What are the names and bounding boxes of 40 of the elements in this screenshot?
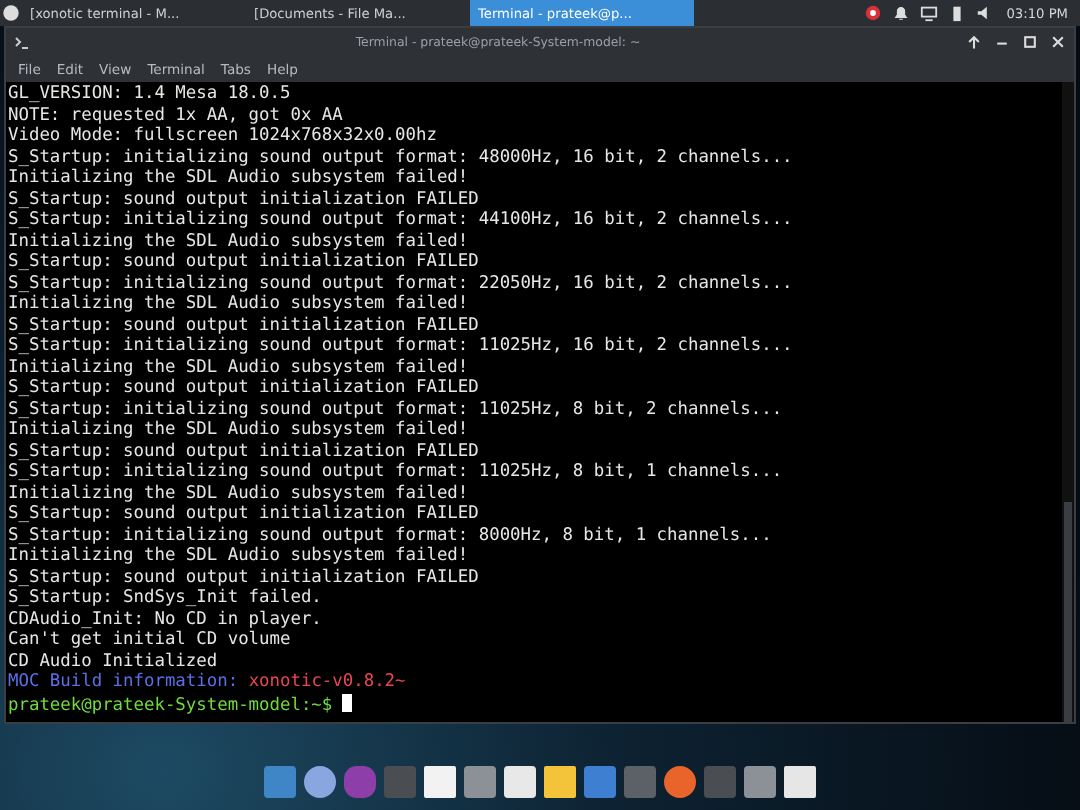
terminal-line: Initializing the SDL Audio subsystem failed!	[8, 294, 471, 315]
terminal-line: S_Startup: initializing sound output format: 8000Hz, 8 bit, 1 channels...	[8, 525, 774, 546]
terminal-line: S_Startup: initializing sound output format: 11025Hz, 8 bit, 2 channels...	[8, 399, 785, 420]
terminal-line: S_Startup: sound output initialization FAILED	[8, 189, 481, 210]
display-icon[interactable]	[920, 4, 939, 22]
battery-icon[interactable]	[948, 4, 967, 22]
terminal-line: S_Startup: initializing sound output format: 11025Hz, 8 bit, 1 channels...	[8, 462, 785, 483]
terminal-line: Initializing the SDL Audio subsystem failed!	[8, 168, 471, 189]
terminal-line: Can't get initial CD volume	[8, 630, 293, 651]
terminal-line: Initializing the SDL Audio subsystem failed!	[8, 483, 471, 504]
terminal-line: CDAudio_Init: No CD in player.	[8, 609, 324, 630]
terminal-line: S_Startup: sound output initialization FAILED	[8, 252, 481, 273]
version-text: xonotic-v0.8.2~	[248, 672, 406, 692]
terminal-line: S_Startup: sound output initialization FAILED	[8, 567, 481, 588]
terminal-line: Video Mode: fullscreen 1024x768x32x0.00hz	[8, 126, 439, 147]
scrollbar-thumb[interactable]	[1064, 502, 1072, 722]
shell-prompt: prateek@prateek-System-model:~$	[8, 695, 333, 715]
terminal-line: S_Startup: sound output initialization FAILED	[8, 315, 481, 336]
terminal-line: S_Startup: initializing sound output format: 22050Hz, 16 bit, 2 channels...	[8, 273, 795, 294]
maximize-icon[interactable]	[1022, 34, 1038, 50]
terminal-line: S_Startup: sound output initialization FAILED	[8, 504, 481, 525]
close-icon[interactable]	[1050, 34, 1066, 50]
terminal-line: NOTE: requested 1x AA, got 0x AA	[8, 105, 345, 126]
terminal-line: Initializing the SDL Audio subsystem failed!	[8, 357, 471, 378]
terminal-line: S_Startup: initializing sound output format: 44100Hz, 16 bit, 2 channels...	[8, 210, 795, 231]
terminal-line: Initializing the SDL Audio subsystem failed!	[8, 546, 471, 567]
bell-icon[interactable]	[892, 4, 911, 22]
terminal-line: S_Startup: SndSys_Init failed.	[8, 588, 324, 609]
terminal-line: Initializing the SDL Audio subsystem failed!	[8, 420, 471, 441]
terminal-line: S_Startup: sound output initialization FAILED	[8, 378, 481, 399]
build-label: MOC Build information:	[8, 672, 239, 692]
terminal-line: Initializing the SDL Audio subsystem failed!	[8, 231, 471, 252]
terminal-line: S_Startup: initializing sound output format: 48000Hz, 16 bit, 2 channels...	[8, 147, 795, 168]
terminal-line: CD Audio Initialized	[8, 651, 220, 672]
text-cursor	[342, 693, 353, 711]
terminal-line: S_Startup: initializing sound output format: 11025Hz, 16 bit, 2 channels...	[8, 336, 795, 357]
record-icon[interactable]	[864, 4, 883, 22]
terminal-line: S_Startup: sound output initialization FAILED	[8, 441, 481, 462]
up-arrow-icon[interactable]	[966, 34, 982, 50]
terminal-line: GL_VERSION: 1.4 Mesa 18.0.5	[8, 84, 293, 105]
